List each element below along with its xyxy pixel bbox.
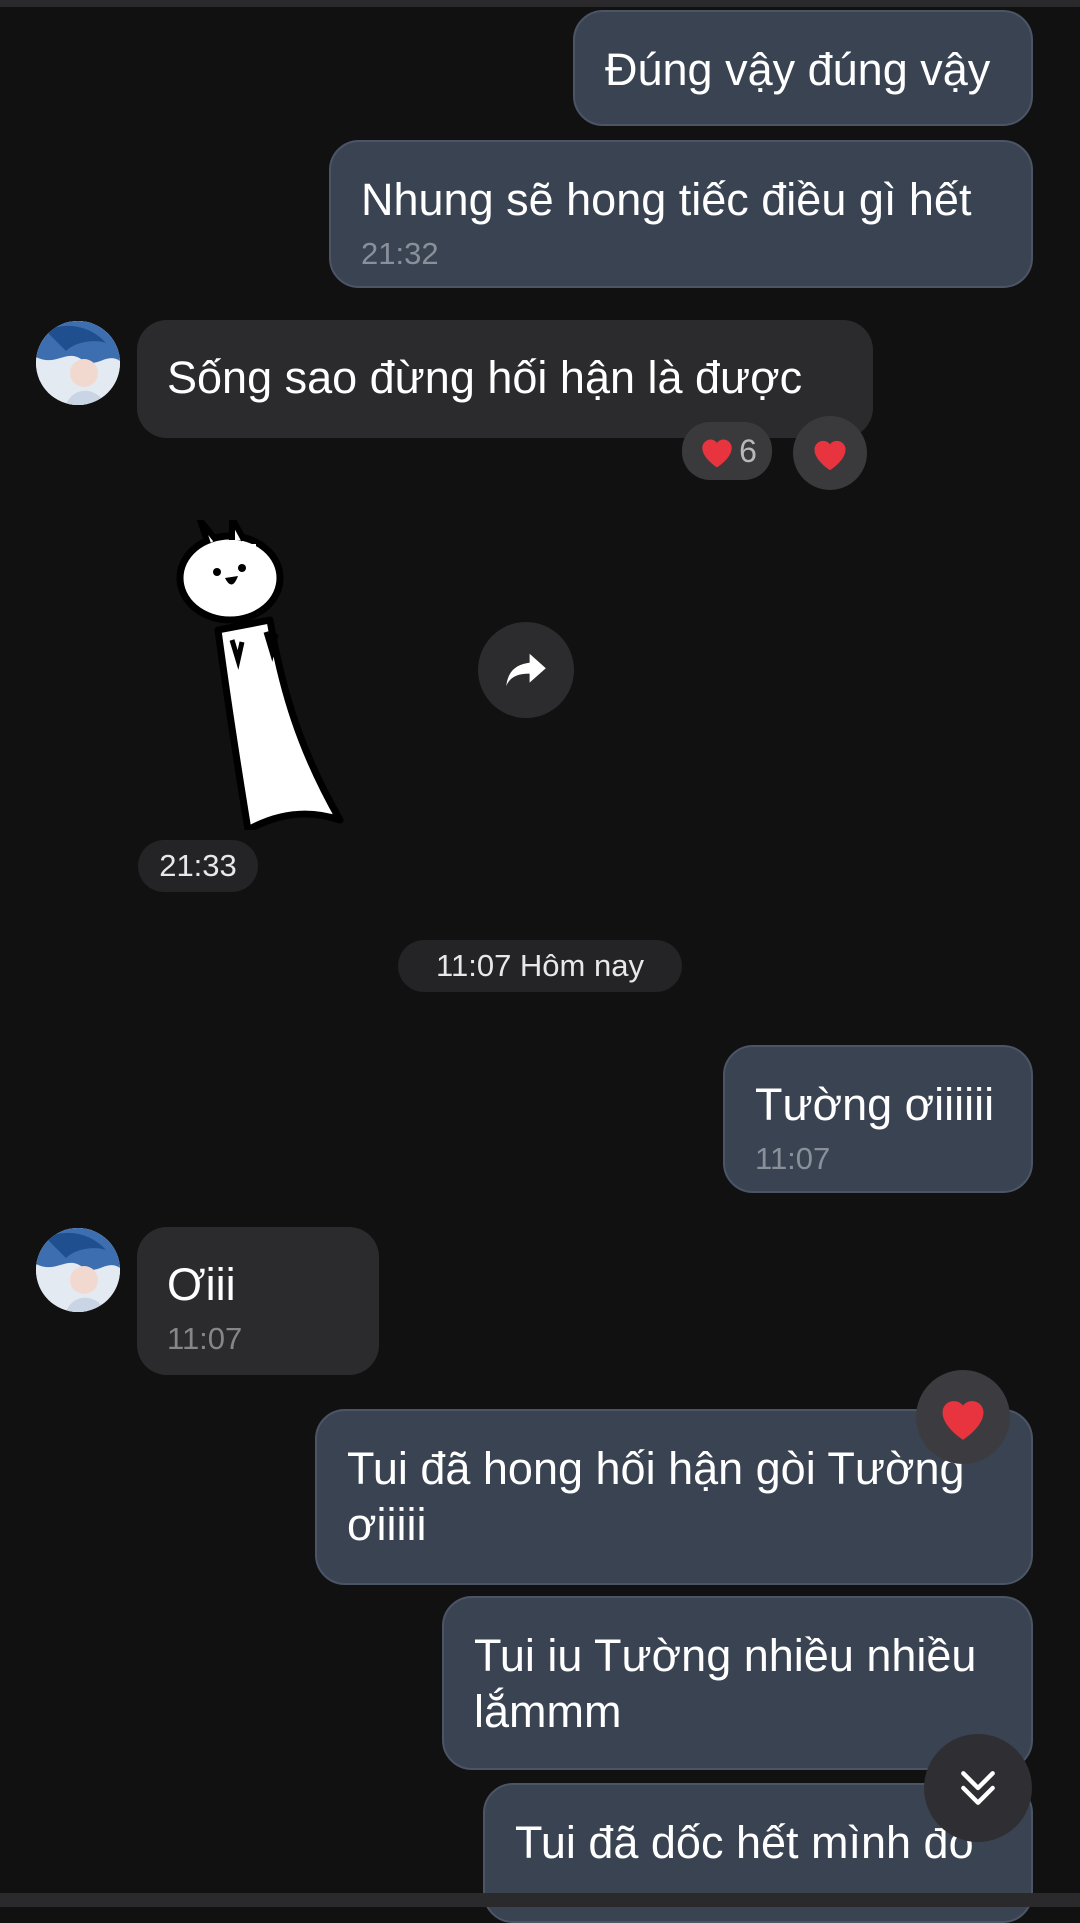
heart-icon: [942, 1401, 984, 1440]
date-divider: 11:07 Hôm nay: [398, 940, 682, 992]
top-edge: [0, 0, 1080, 7]
bottom-edge: [0, 1893, 1080, 1907]
share-arrow-icon: [506, 653, 546, 687]
heart-icon: [702, 439, 732, 468]
message-text: Tui iu Tường nhiều nhiều lắmmm: [474, 1630, 977, 1737]
reaction-count: 6: [739, 432, 757, 469]
message-bubble-received[interactable]: Ơiii 11:07: [137, 1227, 379, 1375]
message-bubble-sent[interactable]: Nhung sẽ hong tiếc điều gì hết 21:32: [329, 140, 1033, 288]
avatar[interactable]: [36, 1228, 120, 1312]
message-bubble-sent[interactable]: Tường ơiiiiii 11:07: [723, 1045, 1033, 1193]
sticker-message[interactable]: [170, 515, 350, 834]
rabbit-sticker: [176, 515, 344, 834]
message-text: Ơiii: [167, 1259, 236, 1310]
sticker-time: 21:33: [138, 840, 258, 892]
message-bubble-received[interactable]: Sống sao đừng hối hận là được: [137, 320, 873, 438]
message-text: Tường ơiiiiii: [755, 1079, 995, 1130]
heart-icon: [814, 440, 846, 471]
share-button[interactable]: [478, 622, 574, 718]
message-time: 21:32: [361, 236, 439, 271]
message-text: Tui đã dốc hết mình đó: [515, 1817, 974, 1868]
message-text: Tui đã hong hối hận gòi Tường ơiiiii: [347, 1443, 965, 1550]
message-text: Đúng vậy đúng vậy: [605, 44, 991, 95]
message-bubble-sent[interactable]: Tui iu Tường nhiều nhiều lắmmm: [442, 1596, 1033, 1770]
message-time: 11:07: [755, 1141, 831, 1176]
reaction-summary[interactable]: 6: [682, 422, 772, 480]
message-reaction[interactable]: [916, 1370, 1010, 1464]
message-text: Sống sao đừng hối hận là được: [167, 352, 803, 403]
double-chevron-down-icon: [961, 1771, 995, 1805]
message-time: 11:07: [167, 1321, 243, 1356]
message-bubble-sent[interactable]: Đúng vậy đúng vậy: [573, 10, 1033, 126]
avatar[interactable]: [36, 321, 120, 405]
scroll-to-bottom-button[interactable]: [924, 1734, 1032, 1842]
add-reaction-button[interactable]: [793, 416, 867, 490]
message-text: Nhung sẽ hong tiếc điều gì hết: [361, 174, 972, 225]
